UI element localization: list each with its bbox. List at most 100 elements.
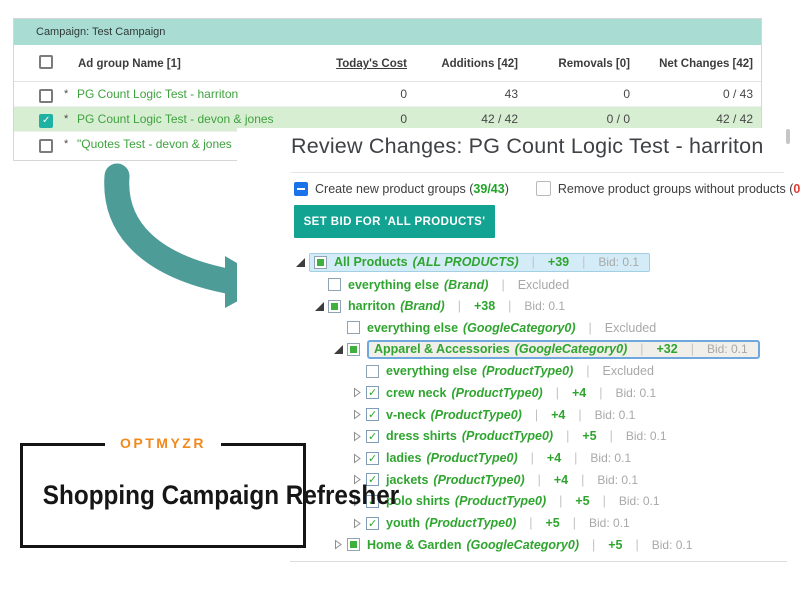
set-bid-button[interactable]: SET BID FOR 'ALL PRODUCTS' — [294, 205, 495, 238]
change-value: +5 — [546, 516, 560, 530]
tree-row[interactable]: everything else(ProductType0)|Excluded — [353, 360, 794, 382]
tree-checkbox-partial[interactable] — [328, 300, 341, 313]
tree-row[interactable]: polo shirts(ProductType0)|+5|Bid: 0.1 — [353, 491, 794, 513]
change-value: +39 — [548, 255, 569, 269]
product-group-name: everything else — [367, 321, 458, 335]
product-group-name: everything else — [348, 278, 439, 292]
change-value: Excluded — [518, 278, 569, 292]
product-group-name: youth — [386, 516, 420, 530]
column-header-additions[interactable]: Additions [42] — [441, 58, 518, 70]
cell-additions: 43 — [505, 87, 518, 101]
expand-icon[interactable] — [334, 345, 347, 354]
row-checkbox[interactable] — [39, 89, 53, 103]
tree-checkbox-checked[interactable] — [366, 430, 379, 443]
tree-checkbox-unchecked[interactable] — [328, 278, 341, 291]
options-row: Create new product groups (39/43) Remove… — [294, 181, 800, 196]
product-group-type: (ALL PRODUCTS) — [413, 255, 519, 269]
tree-label: polo shirts(ProductType0)|+5|Bid: 0.1 — [386, 494, 660, 508]
separator: | — [636, 538, 639, 552]
tree-checkbox-partial[interactable] — [314, 256, 327, 269]
product-group-type: (Brand) — [400, 299, 444, 313]
cell-net: 42 / 42 — [716, 112, 753, 126]
create-groups-checkbox[interactable] — [294, 182, 308, 196]
tree-label: Home & Garden(GoogleCategory0)|+5|Bid: 0… — [367, 538, 692, 552]
tree-checkbox-checked[interactable] — [366, 408, 379, 421]
tree-checkbox-checked[interactable] — [366, 386, 379, 399]
adgroup-link[interactable]: PG Count Logic Test - harriton — [77, 87, 238, 101]
tree-checkbox-unchecked[interactable] — [347, 321, 360, 334]
separator: | — [603, 494, 606, 508]
expand-icon[interactable] — [296, 258, 309, 267]
product-group-type: (GoogleCategory0) — [466, 538, 579, 552]
tree-row[interactable]: v-neck(ProductType0)|+4|Bid: 0.1 — [353, 404, 794, 426]
product-group-type: (Brand) — [444, 278, 488, 292]
tree-label: All Products(ALL PRODUCTS)|+39|Bid: 0.1 — [334, 255, 639, 269]
product-group-type: (ProductType0) — [426, 451, 517, 465]
collapse-icon[interactable] — [334, 539, 347, 550]
tree-row[interactable]: everything else(Brand)|Excluded — [315, 274, 794, 296]
bid-value: Bid: 0.1 — [619, 494, 660, 508]
row-checkbox[interactable] — [39, 139, 53, 153]
tree-label: everything else(ProductType0)|Excluded — [386, 364, 654, 378]
selected-row-highlight: All Products(ALL PRODUCTS)|+39|Bid: 0.1 — [309, 253, 650, 272]
separator: | — [586, 364, 589, 378]
tree-row[interactable]: dress shirts(ProductType0)|+5|Bid: 0.1 — [353, 426, 794, 448]
column-header-removals[interactable]: Removals [0] — [558, 58, 630, 70]
collapse-icon[interactable] — [353, 409, 366, 420]
tree-row[interactable]: youth(ProductType0)|+5|Bid: 0.1 — [353, 512, 794, 534]
product-group-name: Apparel & Accessories — [374, 342, 510, 356]
adgroup-link[interactable]: PG Count Logic Test - devon & jones — [77, 112, 274, 126]
tree-checkbox-unchecked[interactable] — [366, 365, 379, 378]
change-value: +4 — [572, 386, 586, 400]
product-group-type: (ProductType0) — [482, 364, 573, 378]
collapse-icon[interactable] — [353, 431, 366, 442]
tree-row[interactable]: ladies(ProductType0)|+4|Bid: 0.1 — [353, 447, 794, 469]
collapse-icon[interactable] — [353, 518, 366, 529]
remove-groups-checkbox[interactable] — [536, 181, 551, 196]
tree-checkbox-checked[interactable] — [366, 452, 379, 465]
separator: | — [566, 429, 569, 443]
change-value: +4 — [554, 473, 568, 487]
review-changes-panel: Review Changes: PG Count Logic Test - ha… — [237, 128, 800, 600]
column-header-todays-cost[interactable]: Today's Cost — [336, 58, 407, 70]
column-header-net-changes[interactable]: Net Changes [42] — [659, 58, 753, 70]
tree-label: v-neck(ProductType0)|+4|Bid: 0.1 — [386, 408, 635, 422]
tree-row[interactable]: jackets(ProductType0)|+4|Bid: 0.1 — [353, 469, 794, 491]
scrollbar-thumb[interactable] — [786, 129, 790, 144]
separator: | — [581, 473, 584, 487]
tree-row[interactable]: Home & Garden(GoogleCategory0)|+5|Bid: 0… — [334, 534, 794, 556]
bottom-divider — [290, 561, 787, 562]
bid-value: Bid: 0.1 — [524, 299, 565, 313]
expand-icon[interactable] — [315, 302, 328, 311]
select-all-checkbox[interactable] — [39, 55, 53, 69]
optmyzr-logo: OPTMYZR — [105, 435, 221, 451]
tree-row[interactable]: All Products(ALL PRODUCTS)|+39|Bid: 0.1 — [296, 252, 794, 274]
separator: | — [559, 494, 562, 508]
collapse-icon[interactable] — [353, 387, 366, 398]
product-group-type: (ProductType0) — [433, 473, 524, 487]
remove-count: 0/0 — [793, 182, 800, 196]
tree-row[interactable]: crew neck(ProductType0)|+4|Bid: 0.1 — [353, 382, 794, 404]
tree-row[interactable]: Apparel & Accessories(GoogleCategory0)|+… — [334, 339, 794, 361]
table-header-row: Ad group Name [1] Today's Cost Additions… — [14, 45, 761, 82]
row-checkbox[interactable] — [39, 114, 53, 128]
collapse-icon[interactable] — [353, 453, 366, 464]
tree-label: everything else(GoogleCategory0)|Exclude… — [367, 321, 656, 335]
column-header-adgroup[interactable]: Ad group Name [1] — [78, 58, 181, 70]
separator: | — [574, 451, 577, 465]
change-value: +5 — [608, 538, 622, 552]
tree-row[interactable]: everything else(GoogleCategory0)|Exclude… — [334, 317, 794, 339]
product-group-type: (ProductType0) — [431, 408, 522, 422]
adgroup-link[interactable]: "Quotes Test - devon & jones — [77, 137, 232, 151]
tree-checkbox-partial[interactable] — [347, 538, 360, 551]
bid-value: Bid: 0.1 — [590, 451, 631, 465]
page: Campaign: Test Campaign Ad group Name [1… — [0, 0, 800, 600]
tree-row[interactable]: harriton(Brand)|+38|Bid: 0.1 — [315, 295, 794, 317]
tree-label: everything else(Brand)|Excluded — [348, 278, 569, 292]
separator: | — [691, 342, 694, 356]
tree-checkbox-checked[interactable] — [366, 517, 379, 530]
tree-label: youth(ProductType0)|+5|Bid: 0.1 — [386, 516, 630, 530]
separator: | — [458, 299, 461, 313]
tree-checkbox-partial[interactable] — [347, 343, 360, 356]
table-row[interactable]: *PG Count Logic Test - harriton04300 / 4… — [14, 82, 761, 107]
